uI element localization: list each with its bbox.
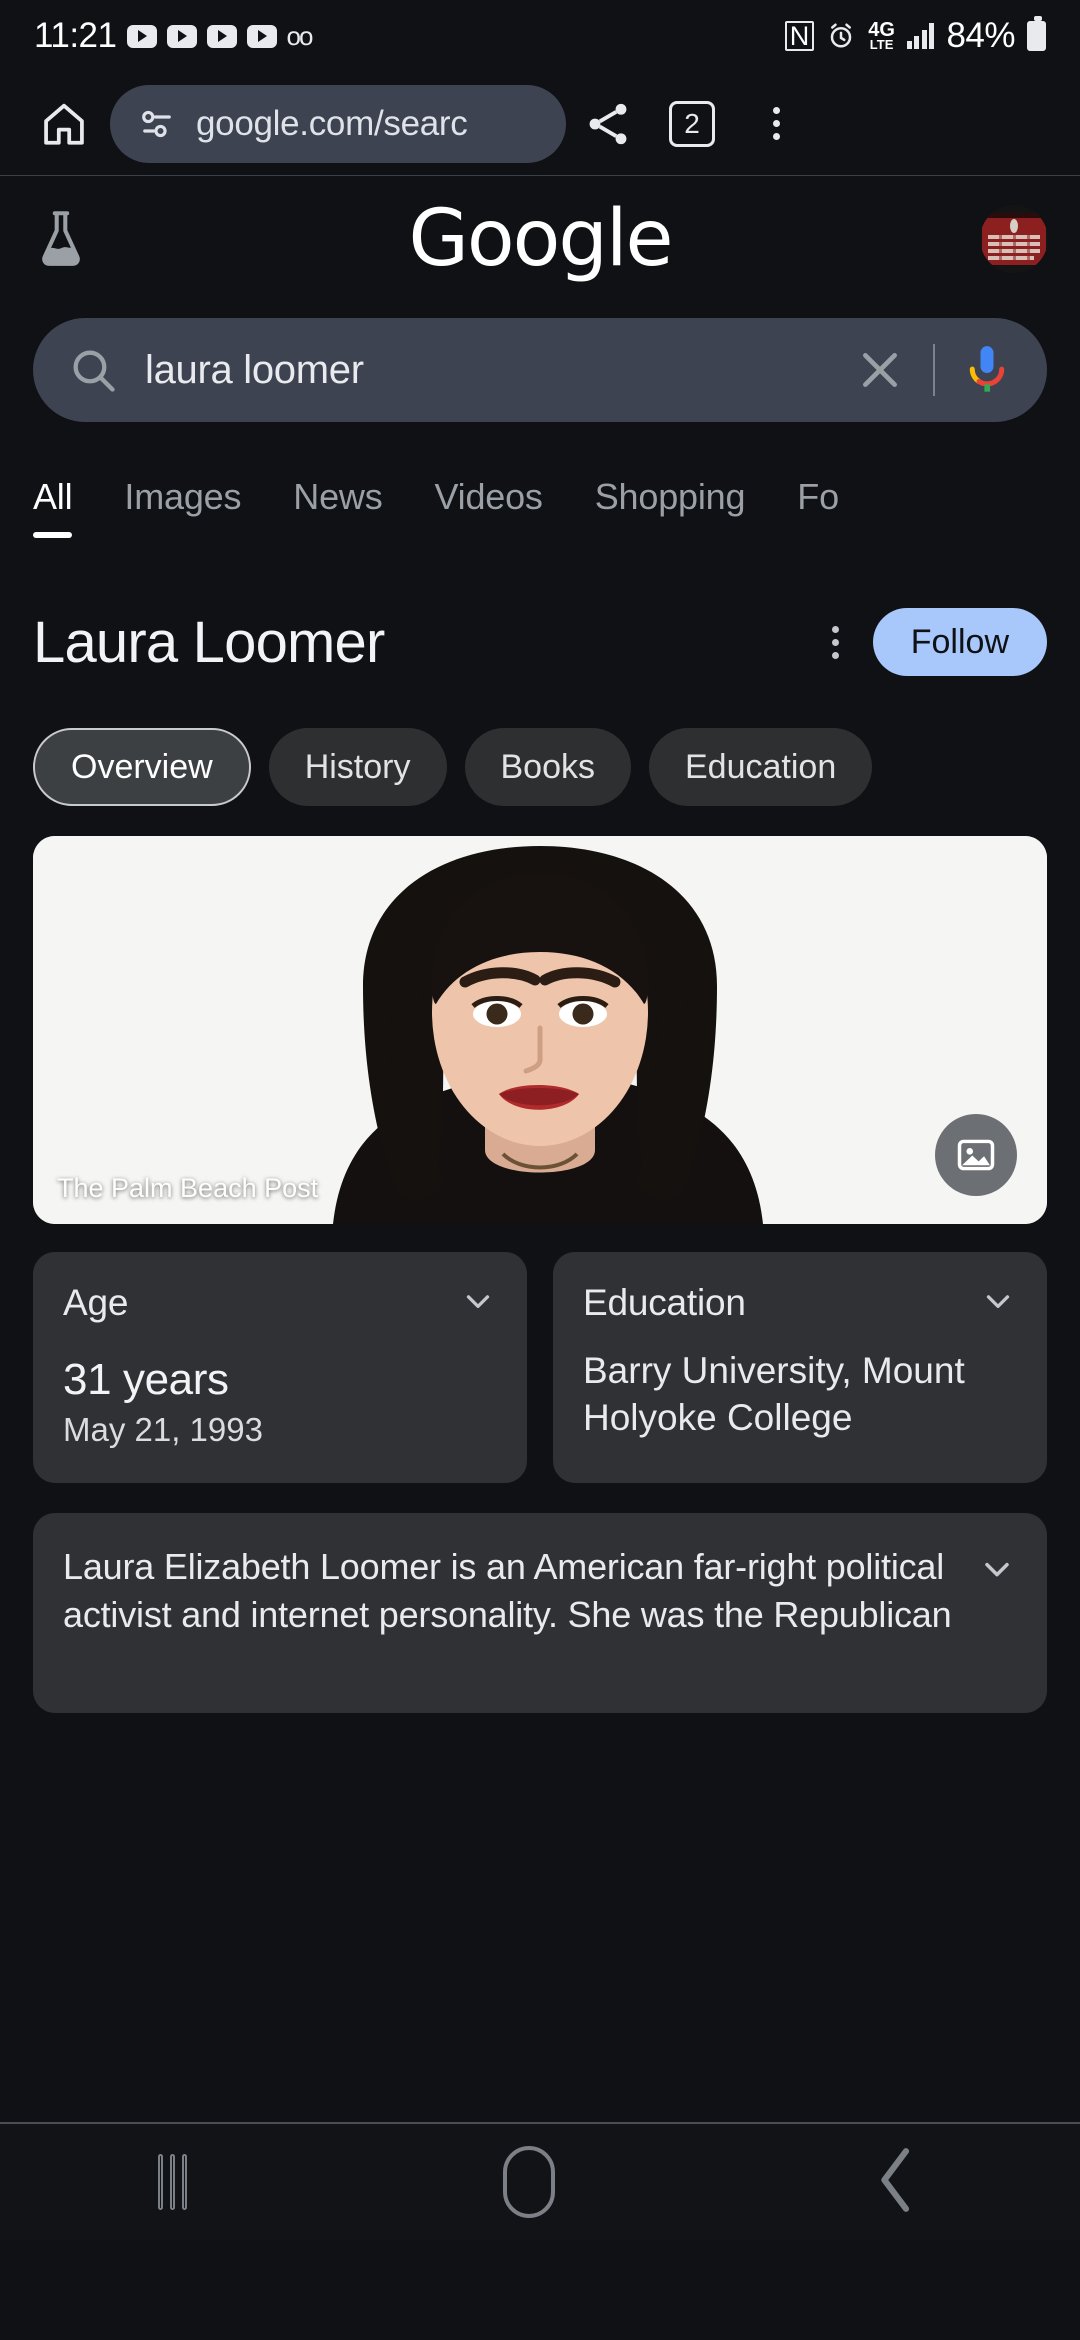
chip-education[interactable]: Education <box>649 728 873 806</box>
search-input[interactable]: laura loomer <box>145 348 853 393</box>
status-bar: 11:21 oo N 4G LTE 84% <box>0 0 1080 72</box>
page-title: Laura Loomer <box>33 609 385 675</box>
youtube-icon <box>206 24 237 48</box>
chip-books[interactable]: Books <box>464 728 631 806</box>
image-credit: The Palm Beach Post <box>57 1173 319 1203</box>
entity-chips: Overview History Books Education <box>0 728 1080 806</box>
hero-image-card[interactable]: The Palm Beach Post <box>33 836 1047 1224</box>
voicemail-icon: oo <box>286 21 314 51</box>
image-icon <box>957 1139 995 1171</box>
chevron-down-icon[interactable] <box>459 1282 497 1325</box>
facts-row: Age 31 years May 21, 1993 Education Barr… <box>0 1252 1080 1483</box>
back-icon[interactable] <box>872 2144 922 2221</box>
url-text: google.com/searc <box>196 103 468 143</box>
description-text: Laura Elizabeth Loomer is an American fa… <box>63 1546 952 1635</box>
flask-icon <box>42 211 80 266</box>
fact-birthdate: May 21, 1993 <box>63 1411 263 1448</box>
status-bar-left: 11:21 oo <box>34 16 314 56</box>
more-vert-icon <box>772 107 780 140</box>
tab-forums[interactable]: Fo <box>771 476 865 538</box>
home-icon[interactable] <box>503 2146 556 2218</box>
fact-card-education[interactable]: Education Barry University, Mount Holyok… <box>553 1252 1047 1483</box>
fact-value-age: 31 years <box>63 1355 229 1404</box>
youtube-icon <box>166 24 197 48</box>
home-button[interactable] <box>26 99 102 149</box>
chevron-down-icon[interactable] <box>977 1549 1017 1594</box>
portrait-photo <box>33 836 1047 1224</box>
search-icon <box>73 350 115 392</box>
youtube-icon <box>126 24 157 48</box>
home-icon <box>44 103 84 145</box>
tab-switcher-button[interactable]: 2 <box>650 100 734 147</box>
tab-videos[interactable]: Videos <box>409 476 569 538</box>
alarm-icon <box>831 23 852 48</box>
battery-icon <box>1027 16 1046 51</box>
share-icon <box>589 103 627 144</box>
tab-news[interactable]: News <box>267 476 408 538</box>
chevron-down-icon[interactable] <box>979 1282 1017 1325</box>
search-results-page: Google laura loomer All Images News Vide… <box>0 176 1080 2240</box>
entity-header: Laura Loomer Follow <box>0 594 1080 690</box>
browser-menu-button[interactable] <box>734 107 818 140</box>
description-card[interactable]: Laura Elizabeth Loomer is an American fa… <box>33 1513 1047 1713</box>
network-type-icon: 4G LTE <box>868 20 895 52</box>
search-divider <box>933 344 935 396</box>
network-subtype-label: LTE <box>869 36 894 52</box>
chip-history[interactable]: History <box>268 728 447 806</box>
status-bar-right: N 4G LTE 84% <box>784 16 1046 56</box>
fact-header: Age <box>63 1282 497 1325</box>
result-tabs: All Images News Videos Shopping Fo <box>0 454 1080 538</box>
battery-percent-label: 84% <box>946 16 1015 55</box>
share-button[interactable] <box>566 98 650 150</box>
fact-value-education: Barry University, Mount Holyoke College <box>583 1350 965 1439</box>
tab-count-label: 2 <box>669 100 715 147</box>
tab-shopping[interactable]: Shopping <box>569 476 772 538</box>
avatar[interactable] <box>980 205 1048 273</box>
status-time: 11:21 <box>34 16 117 55</box>
account-avatar-image <box>980 205 1048 273</box>
fact-header: Education <box>583 1282 1017 1325</box>
entity-menu-button[interactable] <box>831 625 839 659</box>
close-icon[interactable] <box>853 343 907 397</box>
image-button[interactable] <box>935 1114 1017 1196</box>
browser-toolbar: google.com/searc 2 <box>0 72 1080 176</box>
tune-icon <box>142 110 171 137</box>
labs-button[interactable] <box>32 208 102 270</box>
search-bar[interactable]: laura loomer <box>33 318 1047 422</box>
url-bar[interactable]: google.com/searc <box>110 84 566 163</box>
fact-title-age: Age <box>63 1282 129 1323</box>
recents-icon[interactable] <box>158 2154 188 2210</box>
google-logo: Google <box>408 194 673 284</box>
microphone-icon[interactable] <box>961 341 1013 399</box>
nfc-icon: N <box>784 21 815 51</box>
youtube-icon <box>246 24 277 48</box>
fact-title-education: Education <box>583 1282 746 1323</box>
chip-overview[interactable]: Overview <box>33 728 251 806</box>
signal-strength-icon <box>906 23 935 49</box>
fact-card-age[interactable]: Age 31 years May 21, 1993 <box>33 1252 527 1483</box>
follow-button[interactable]: Follow <box>872 608 1047 676</box>
tab-all[interactable]: All <box>33 476 98 538</box>
google-header: Google <box>0 176 1080 302</box>
system-nav-bar <box>0 2122 1080 2240</box>
tab-images[interactable]: Images <box>98 476 267 538</box>
